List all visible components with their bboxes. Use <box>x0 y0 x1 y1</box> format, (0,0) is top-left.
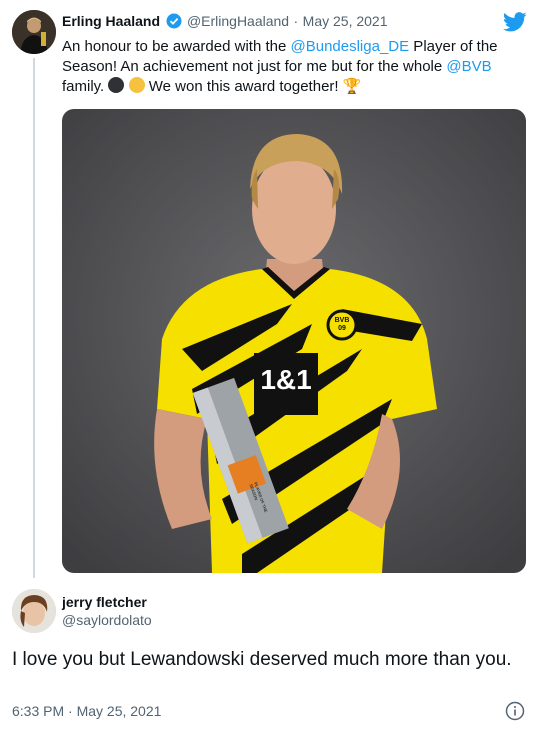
bvb-crest: BVB 09 <box>330 317 354 333</box>
mention-bundesliga[interactable]: @Bundesliga_DE <box>291 38 410 55</box>
author-avatar[interactable] <box>12 10 56 54</box>
tweet-text: An honour to be awarded with the @Bundes… <box>62 37 502 97</box>
reply-avatar[interactable] <box>12 589 56 633</box>
bvb-crest-text: BVB <box>334 317 350 324</box>
yellow-circle-emoji <box>128 77 145 93</box>
shirt-sponsor-logo: 1&1 <box>260 364 312 395</box>
thread-connector-line <box>33 58 35 578</box>
verified-icon <box>166 13 182 34</box>
reply-timestamp[interactable]: 6:33 PM · May 25, 2021 <box>12 703 161 719</box>
reply-text: I love you but Lewandowski deserved much… <box>12 649 512 670</box>
tweet-media-photo[interactable]: 1&1 BVB 09 PLAYER OF THE SEASON <box>62 109 526 573</box>
tweet-text-segment: An honour to be awarded with the <box>62 38 291 55</box>
header-separator: · <box>293 13 299 29</box>
tweet-text-segment: family. <box>62 78 109 95</box>
reply-author-name[interactable]: jerry fletcher <box>62 594 147 610</box>
tweet-date[interactable]: May 25, 2021 <box>303 13 388 29</box>
tweet-header: Erling Haaland @ErlingHaaland · May 25, … <box>62 13 388 34</box>
author-name[interactable]: Erling Haaland <box>62 13 160 29</box>
trophy-emoji: 🏆 <box>342 78 362 95</box>
reply-author-handle[interactable]: @saylordolato <box>62 612 152 628</box>
info-icon[interactable] <box>505 701 525 721</box>
bvb-crest-year: 09 <box>338 325 346 332</box>
mention-bvb[interactable]: @BVB <box>446 58 491 75</box>
author-handle[interactable]: @ErlingHaaland <box>187 13 289 29</box>
black-circle-emoji <box>108 77 125 93</box>
twitter-bird-icon[interactable] <box>503 12 527 32</box>
tweet-text-segment: We won this award together! <box>144 78 343 95</box>
